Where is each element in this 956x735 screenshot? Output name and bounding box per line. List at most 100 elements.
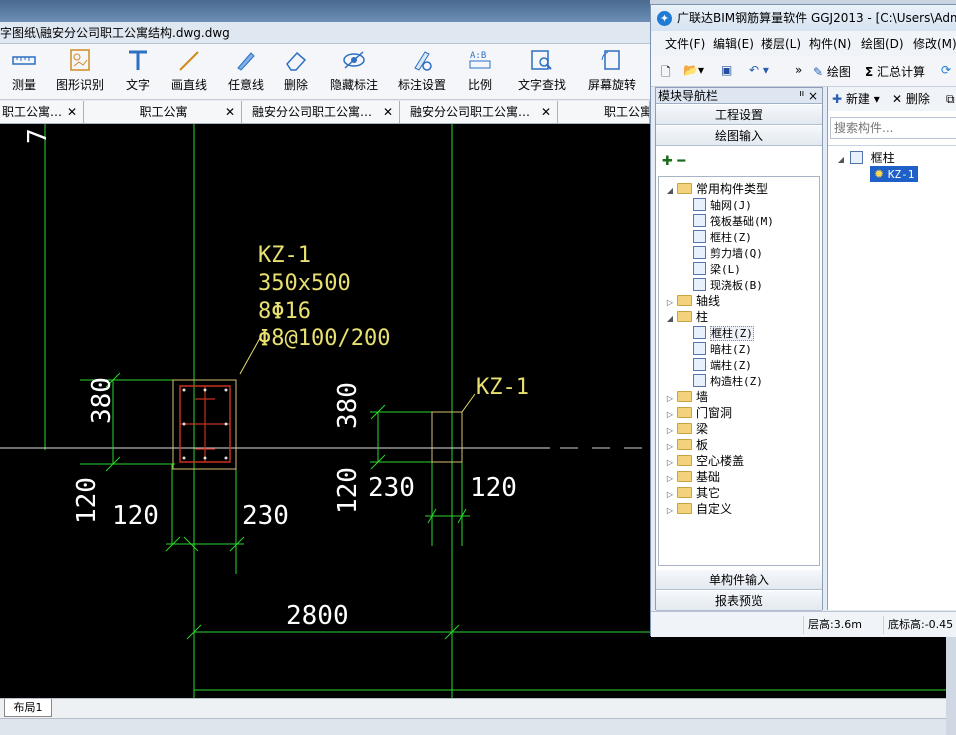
menu-modify[interactable]: 修改(M) bbox=[913, 35, 956, 52]
menu-draw[interactable]: 绘图(D) bbox=[861, 35, 904, 52]
folder-icon bbox=[677, 407, 692, 418]
component-list-panel: ✚ 新建 ▾ ✕ 删除 ⧉ ◢ 框柱 ✹ KZ-1 bbox=[827, 87, 956, 610]
annotation-settings-button[interactable]: 标注设置 bbox=[394, 48, 450, 98]
leader-line bbox=[461, 393, 476, 413]
new-file-icon[interactable]: 🗋 bbox=[661, 63, 671, 84]
close-icon[interactable]: ✕ bbox=[225, 101, 235, 123]
tree-item[interactable]: 轴网(J) bbox=[693, 197, 752, 213]
report-preview-button[interactable]: 报表预览 bbox=[656, 591, 822, 611]
tree-folder[interactable]: ◢ 常用构件类型 bbox=[665, 181, 768, 197]
leader-line bbox=[239, 337, 261, 375]
doc-tab-2[interactable]: 职工公寓 ✕ bbox=[84, 101, 242, 123]
delete-component-button[interactable]: ✕ 删除 bbox=[892, 87, 930, 111]
tree-folder[interactable]: ▷ 板 bbox=[665, 437, 708, 453]
doc-tab-3[interactable]: 融安分公司职工公寓… ✕ bbox=[242, 101, 400, 123]
single-component-input-button[interactable]: 单构件输入 bbox=[656, 570, 822, 590]
toolbar-overflow[interactable]: » bbox=[795, 63, 802, 77]
undo-icon[interactable]: ↶ ▾ bbox=[749, 63, 769, 77]
folder-icon bbox=[677, 295, 692, 306]
collapse-icon[interactable]: ◢ bbox=[665, 183, 675, 199]
new-component-button[interactable]: ✚ 新建 ▾ bbox=[832, 87, 880, 111]
rotate-screen-button[interactable]: 屏幕旋转 bbox=[584, 48, 640, 98]
menu-file[interactable]: 文件(F) bbox=[665, 35, 705, 52]
tree-label: 轴网(J) bbox=[710, 199, 752, 212]
tree-folder[interactable]: ▷ 梁 bbox=[665, 421, 708, 437]
drawing-input-button[interactable]: 绘图输入 bbox=[656, 126, 822, 146]
tree-item[interactable]: 框柱(Z) bbox=[693, 229, 752, 245]
tree-folder[interactable]: ▷ 墙 bbox=[665, 389, 708, 405]
close-icon[interactable]: × bbox=[808, 88, 818, 104]
expand-icon[interactable]: ▷ bbox=[665, 503, 675, 519]
tree-folder[interactable]: ▷ 空心楼盖 bbox=[665, 453, 744, 469]
doc-tab-4[interactable]: 融安分公司职工公寓… ✕ bbox=[400, 101, 558, 123]
tree-item[interactable]: 构造柱(Z) bbox=[693, 373, 763, 389]
close-icon[interactable]: ✕ bbox=[383, 101, 393, 123]
pin-icon[interactable]: ᐦ bbox=[799, 88, 804, 104]
component-search-input[interactable] bbox=[830, 117, 956, 139]
folder-icon bbox=[677, 423, 692, 434]
dim-text-230: 230 bbox=[368, 473, 415, 503]
collapse-icon[interactable]: ◢ bbox=[836, 152, 846, 168]
tree-item[interactable]: 筏板基础(M) bbox=[693, 213, 774, 229]
delete-icon: ✕ bbox=[892, 92, 903, 106]
draw-button[interactable]: ✎ 绘图 bbox=[813, 63, 851, 80]
doc-tab-1[interactable]: 职工公寓… ✕ bbox=[0, 101, 84, 123]
open-folder-icon[interactable]: 📂▾ bbox=[683, 63, 704, 77]
close-icon[interactable]: ✕ bbox=[67, 101, 77, 123]
shape-recognize-button[interactable]: 图形识别 bbox=[52, 48, 108, 98]
hide-annotation-button[interactable]: 隐藏标注 bbox=[326, 48, 382, 98]
measure-button[interactable]: 测量 bbox=[6, 48, 42, 98]
folder-icon bbox=[677, 439, 692, 450]
tree-folder[interactable]: ▷ 轴线 bbox=[665, 293, 720, 309]
document-tab-bar: 职工公寓… ✕ 职工公寓 ✕ 融安分公司职工公寓… ✕ 融安分公司职工公寓… ✕ 职工公… bbox=[0, 100, 650, 124]
tree-label: 端柱(Z) bbox=[710, 359, 752, 372]
desktop-background bbox=[0, 0, 650, 22]
menu-component[interactable]: 构件(N) bbox=[809, 35, 851, 52]
component-type-tree: ◢ 常用构件类型 轴网(J) 筏板基础(M) 框柱(Z) 剪力墙(Q) 梁(L) 现浇板(B)… bbox=[658, 176, 820, 566]
tree-item[interactable]: 端柱(Z) bbox=[693, 357, 752, 373]
close-icon[interactable]: ✕ bbox=[541, 101, 551, 123]
window-edge bbox=[946, 636, 956, 735]
collapse-icon[interactable]: ◢ bbox=[665, 311, 675, 327]
save-icon[interactable]: ▣ bbox=[721, 63, 732, 77]
expand-collapse-icons[interactable]: ✚ ━ bbox=[662, 154, 685, 169]
tree-item[interactable]: 现浇板(B) bbox=[693, 277, 763, 293]
component-root-node[interactable]: ◢ 框柱 bbox=[836, 150, 895, 166]
draw-button-label: 绘图 bbox=[826, 65, 851, 79]
project-settings-button[interactable]: 工程设置 bbox=[656, 105, 822, 125]
sum-calc-button[interactable]: Σ 汇总计算 bbox=[865, 63, 925, 80]
component-type-icon bbox=[693, 230, 706, 243]
eye-hide-icon bbox=[343, 51, 365, 69]
dim-text-120: 120 bbox=[112, 501, 159, 531]
menu-edit[interactable]: 编辑(E) bbox=[713, 35, 754, 52]
tree-folder[interactable]: ▷ 自定义 bbox=[665, 501, 732, 517]
doc-tab-label: 融安分公司职工公寓… bbox=[410, 105, 531, 119]
sigma-icon: Σ bbox=[865, 65, 874, 79]
tree-item[interactable]: 暗柱(Z) bbox=[693, 341, 752, 357]
tree-item[interactable]: 梁(L) bbox=[693, 261, 741, 277]
freeline-button[interactable]: 任意线 bbox=[224, 48, 268, 98]
tree-folder[interactable]: ▷ 其它 bbox=[665, 485, 720, 501]
draw-line-button[interactable]: 画直线 bbox=[166, 48, 212, 98]
column-rebar: 8Φ16 bbox=[258, 299, 311, 324]
component-kz1-node[interactable]: ✹ KZ-1 bbox=[870, 166, 919, 182]
tree-item[interactable]: 剪力墙(Q) bbox=[693, 245, 763, 261]
frame-column-icon bbox=[849, 151, 863, 164]
text-button[interactable]: 文字 bbox=[120, 48, 156, 98]
text-icon bbox=[129, 50, 147, 70]
layout-tab[interactable]: 布局1 bbox=[4, 699, 52, 717]
tree-folder[interactable]: ▷ 基础 bbox=[665, 469, 720, 485]
delete-button[interactable]: 删除 bbox=[278, 48, 314, 98]
doc-tab-5[interactable]: 职工公寓 bbox=[558, 101, 650, 123]
tree-item[interactable]: 框柱(Z) bbox=[693, 325, 754, 341]
scale-button[interactable]: A:B 比例 bbox=[462, 48, 498, 98]
doc-tab-label: 融安分公司职工公寓… bbox=[252, 105, 373, 119]
tree-folder[interactable]: ▷ 门窗洞 bbox=[665, 405, 732, 421]
tree-label: 常用构件类型 bbox=[696, 182, 769, 196]
copy-icon[interactable]: ⧉ bbox=[946, 87, 955, 111]
text-search-button[interactable]: 文字查找 bbox=[514, 48, 570, 98]
menu-floor[interactable]: 楼层(L) bbox=[761, 35, 801, 52]
tree-label: 门窗洞 bbox=[696, 406, 733, 420]
tree-folder[interactable]: ◢ 柱 bbox=[665, 309, 708, 325]
sync-icon[interactable]: ⟳ bbox=[941, 63, 951, 77]
